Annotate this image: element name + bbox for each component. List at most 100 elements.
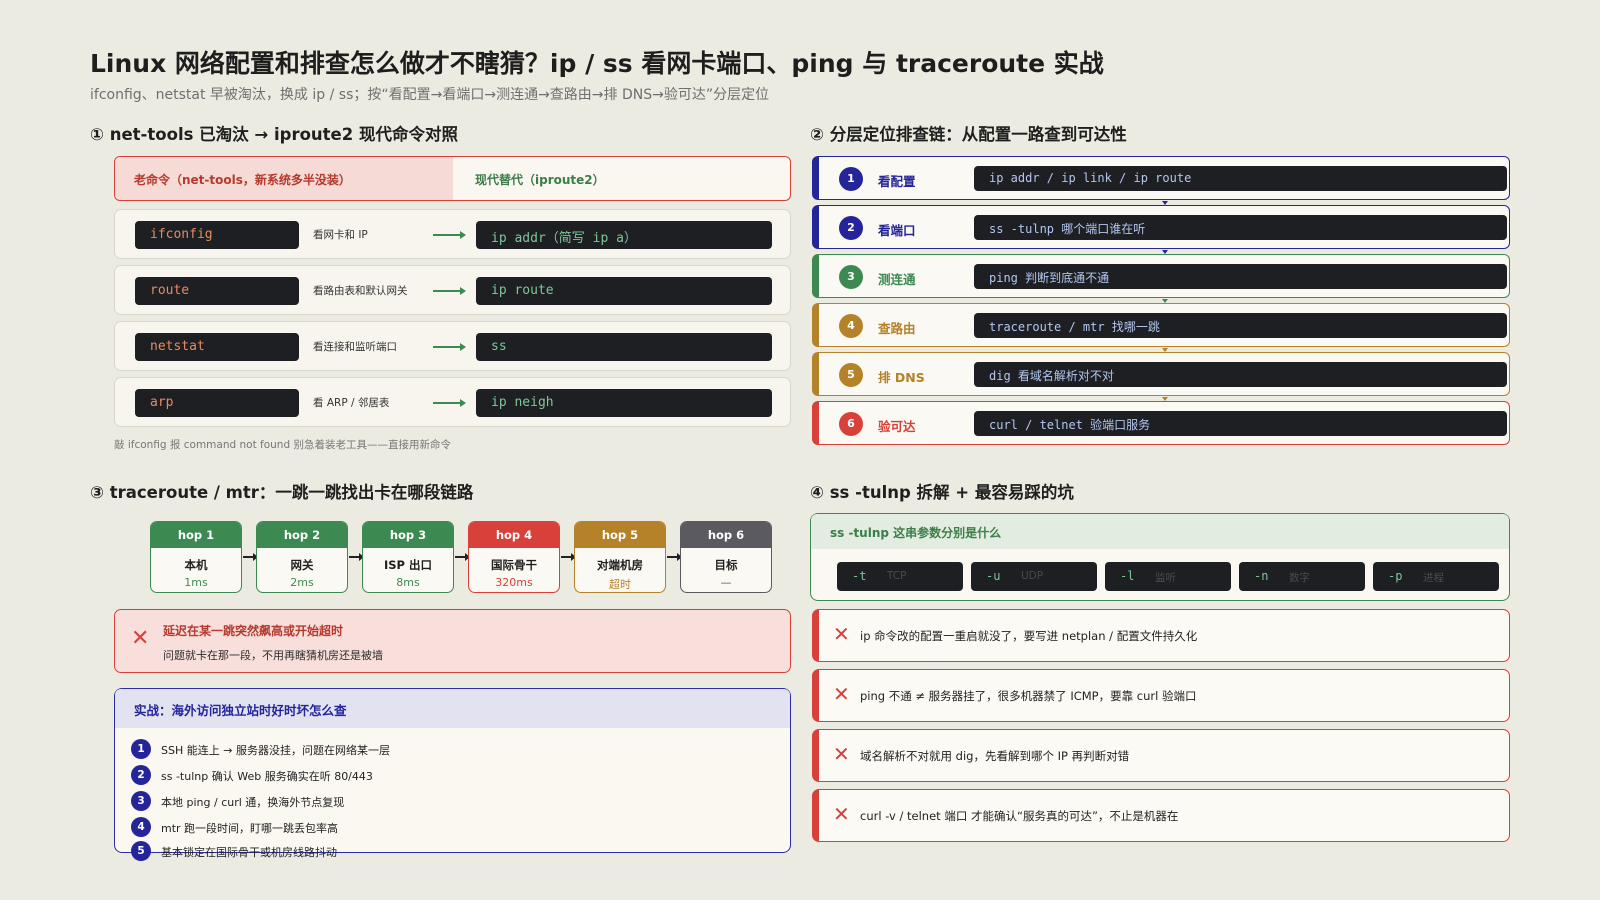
new-command: ss [476,333,772,361]
page-title: Linux 网络配置和排查怎么做才不瞎猜？ip / ss 看网卡端口、ping … [90,49,1104,78]
hop-node: hop 5 对端机房 超时 [574,521,666,593]
command-description: 看网卡和 IP [313,229,368,241]
step-number: 6 [839,412,863,436]
case-step-number: 5 [131,841,151,861]
arrow-right-icon [433,343,467,351]
step-label: 验可达 [878,419,916,434]
command-description: 看 ARP / 邻居表 [313,397,390,409]
arrow-right-icon [433,287,467,295]
arrow-right-icon [667,553,682,561]
flag-key: -t [852,569,867,583]
hop-label: hop 6 [681,522,771,548]
case-step-number: 4 [131,817,151,837]
pitfall-item: ✕ 域名解析不对就用 dig，先看解到哪个 IP 再判断对错 [812,729,1510,782]
latency-alert: ✕ 延迟在某一跳突然飙高或开始超时 问题就卡在那一段，不用再瞎猜机房还是被墙 [114,609,791,673]
hop-node: hop 1 本机 1ms [150,521,242,593]
ss-flag: -l 监听 [1105,562,1231,591]
section-3-heading: ③ traceroute / mtr：一跳一跳找出卡在哪段链路 [90,483,474,502]
case-step-number: 1 [131,739,151,759]
arrow-right-icon [433,231,467,239]
page-subtitle: ifconfig、netstat 早被淘汰，换成 ip / ss；按“看配置→看… [90,87,770,103]
hop-label: hop 3 [363,522,453,548]
hop-latency: 2ms [290,576,314,589]
flag-key: -l [1120,569,1135,583]
case-step-text: SSH 能连上 → 服务器没挂，问题在网络某一层 [161,744,390,757]
troubleshoot-step: 2 看端口 ss -tulnp 哪个端口谁在听 [812,205,1510,249]
step-label: 看配置 [878,174,916,189]
alert-title: 延迟在某一跳突然飙高或开始超时 [163,624,344,638]
alert-text: 问题就卡在那一段，不用再瞎猜机房还是被墙 [163,649,383,662]
step-number: 2 [839,216,863,240]
hop-node: hop 3 ISP 出口 8ms [362,521,454,593]
case-step-number: 2 [131,765,151,785]
hop-node: hop 4 国际骨干 320ms [468,521,560,593]
hop-latency: 1ms [184,576,208,589]
hop-name: 对端机房 [597,558,643,572]
arrow-right-icon [455,553,470,561]
case-study-title: 实战：海外访问独立站时好时坏怎么查 [115,689,790,728]
case-step-text: ss -tulnp 确认 Web 服务确实在听 80/443 [161,770,373,783]
step-label: 查路由 [878,321,916,336]
ss-flag: -u UDP [971,562,1097,591]
comparison-row: netstat 看连接和监听端口 ss [114,321,791,371]
troubleshoot-step: 5 排 DNS dig 看域名解析对不对 [812,352,1510,396]
step-command: dig 看域名解析对不对 [974,362,1507,387]
pitfall-item: ✕ ip 命令改的配置一重启就没了，要写进 netplan / 配置文件持久化 [812,609,1510,662]
case-study-box: 实战：海外访问独立站时好时坏怎么查 1 SSH 能连上 → 服务器没挂，问题在网… [114,688,791,861]
ss-flags-title: ss -tulnp 这串参数分别是什么 [811,514,1509,549]
new-command: ip addr（简写 ip a） [476,221,772,249]
cross-icon: ✕ [131,626,150,651]
new-command: ip neigh [476,389,772,417]
new-command-header: 现代替代（iproute2） [475,173,605,187]
step-command: ip addr / ip link / ip route [974,166,1507,191]
pitfall-text: curl -v / telnet 端口 才能确认“服务真的可达”，不止是机器在 [860,809,1179,823]
flag-key: -p [1388,569,1403,583]
new-command: ip route [476,277,772,305]
pitfall-item: ✕ ping 不通 ≠ 服务器挂了，很多机器禁了 ICMP，要靠 curl 验端… [812,669,1510,722]
old-command-header: 老命令（net-tools，新系统多半没装） [115,157,453,200]
hop-name: ISP 出口 [384,558,432,572]
step-number: 3 [839,265,863,289]
hop-name: 国际骨干 [491,558,537,572]
hop-name: 本机 [184,558,208,572]
old-command: arp [135,389,299,417]
step-command: ping 判断到底通不通 [974,264,1507,289]
hop-label: hop 5 [575,522,665,548]
flag-key: -n [1254,569,1269,583]
flag-meaning: 进程 [1423,572,1444,584]
step-command: traceroute / mtr 找哪一跳 [974,313,1507,338]
step-number: 5 [839,363,863,387]
cross-icon: ✕ [833,802,850,826]
case-step-text: 基本锁定在国际骨干或机房线路抖动 [161,846,337,859]
flag-meaning: UDP [1021,570,1044,582]
comparison-row: route 看路由表和默认网关 ip route [114,265,791,315]
comparison-row: ifconfig 看网卡和 IP ip addr（简写 ip a） [114,209,791,259]
hop-name: 目标 [714,558,738,572]
hop-label: hop 1 [151,522,241,548]
troubleshoot-step: 1 看配置 ip addr / ip link / ip route [812,156,1510,200]
ss-flag: -n 数字 [1239,562,1365,591]
old-command: netstat [135,333,299,361]
old-command: ifconfig [135,221,299,249]
step-label: 排 DNS [878,370,925,385]
step-label: 测连通 [878,272,916,287]
hop-latency: — [720,576,732,589]
flag-meaning: TCP [887,570,907,582]
case-step-number: 3 [131,791,151,811]
step-command: curl / telnet 验端口服务 [974,411,1507,436]
cross-icon: ✕ [833,622,850,646]
cross-icon: ✕ [833,682,850,706]
arrow-right-icon [349,553,364,561]
section-4-heading: ④ ss -tulnp 拆解 + 最容易踩的坑 [810,483,1074,502]
flag-meaning: 监听 [1155,572,1176,584]
hop-name: 网关 [290,558,314,572]
ss-flags-box: ss -tulnp 这串参数分别是什么 -t TCP -u UDP -l 监听 … [810,513,1510,601]
hop-latency: 8ms [396,576,420,589]
step-number: 4 [839,314,863,338]
troubleshoot-step: 4 查路由 traceroute / mtr 找哪一跳 [812,303,1510,347]
flag-key: -u [986,569,1001,583]
section-1-heading: ① net-tools 已淘汰 → iproute2 现代命令对照 [90,125,458,144]
comparison-note: 敲 ifconfig 报 command not found 别急着装老工具——… [114,439,451,451]
hop-label: hop 2 [257,522,347,548]
command-description: 看路由表和默认网关 [313,285,408,297]
